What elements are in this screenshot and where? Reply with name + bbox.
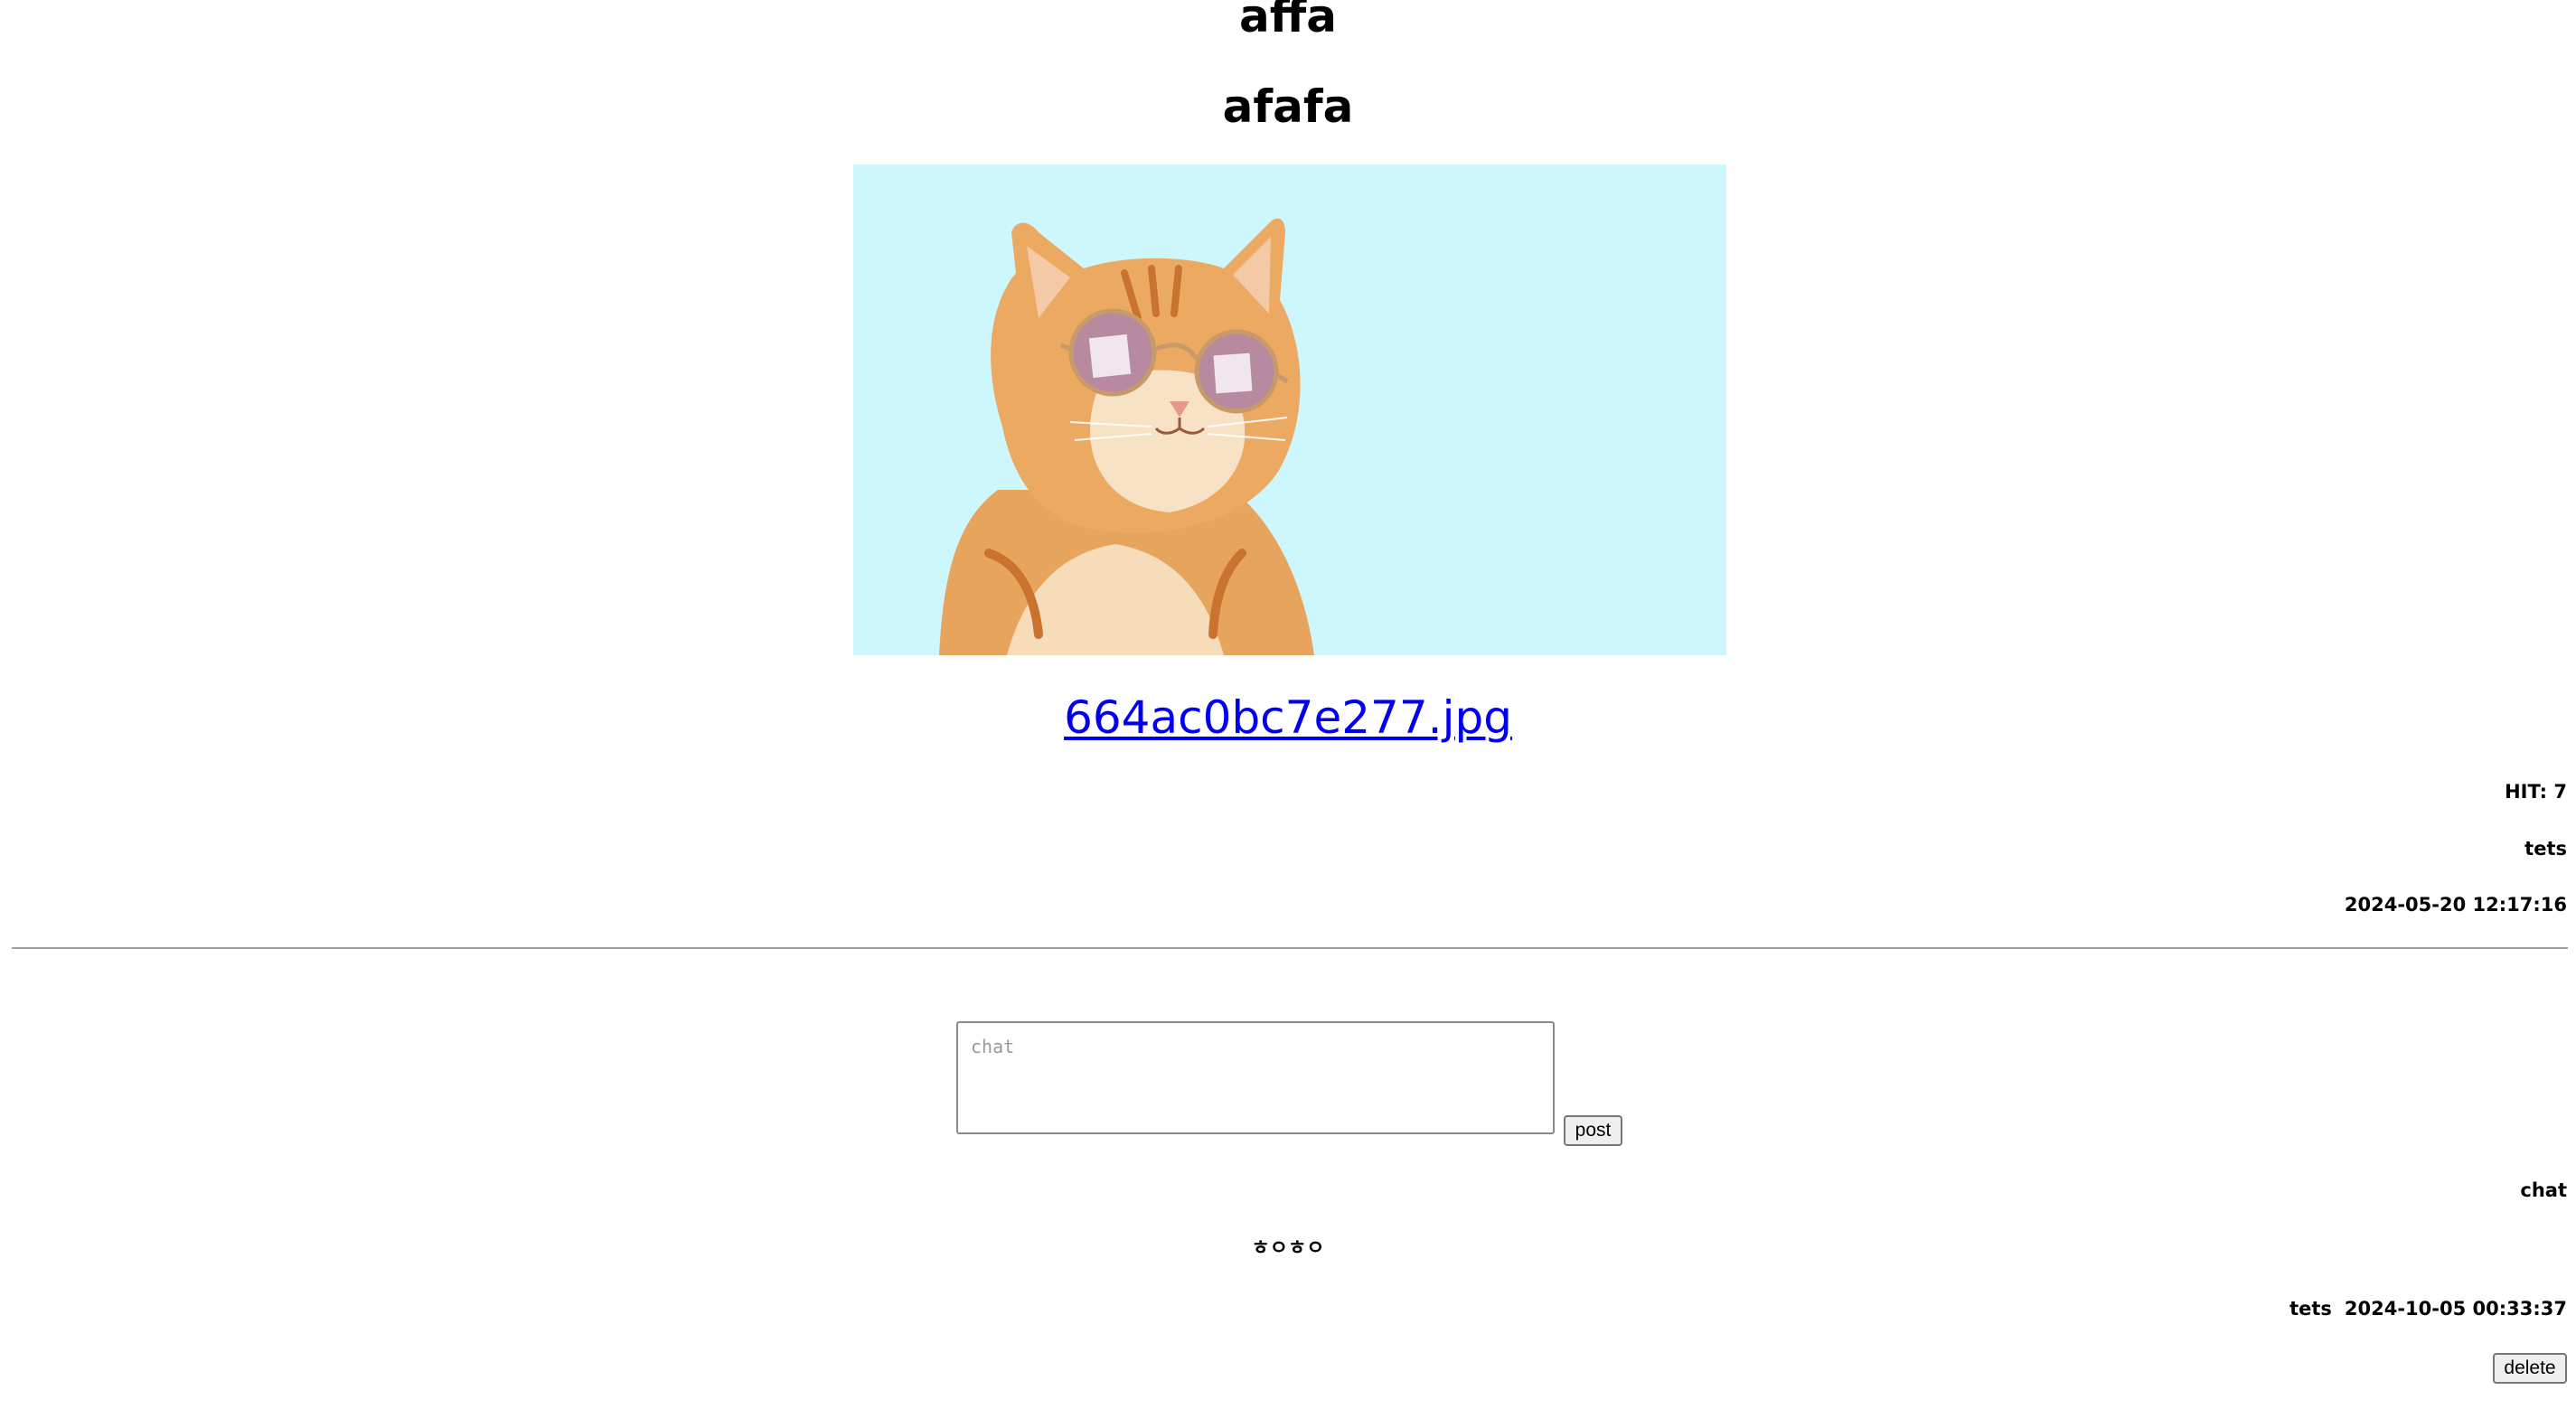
post-title: affa	[1239, 0, 1337, 42]
comment-meta: tets 2024-10-05 00:33:37	[2277, 1296, 2567, 1321]
post-author: tets	[2524, 838, 2567, 859]
post-date: 2024-05-20 12:17:16	[2344, 894, 2567, 916]
comment-date: 2024-10-05 00:33:37	[2344, 1298, 2567, 1320]
hit-count: HIT: 7	[2505, 781, 2567, 803]
divider	[12, 947, 2568, 949]
delete-comment-button[interactable]: delete	[2493, 1353, 2567, 1384]
post-image	[853, 164, 1726, 655]
cat-photo	[853, 164, 1726, 655]
post-subtitle: afafa	[1222, 80, 1354, 133]
comment-author: tets	[2289, 1298, 2332, 1320]
attachment-link-wrapper: 664ac0bc7e277.jpg	[0, 689, 2576, 747]
comment-text: ㅎㅇㅎㅇ	[1251, 1237, 1325, 1260]
post-button[interactable]: post	[1564, 1115, 1622, 1146]
attachment-file-link[interactable]: 664ac0bc7e277.jpg	[1064, 691, 1512, 744]
chat-input[interactable]	[956, 1021, 1555, 1134]
comments-header: chat	[2520, 1179, 2567, 1201]
